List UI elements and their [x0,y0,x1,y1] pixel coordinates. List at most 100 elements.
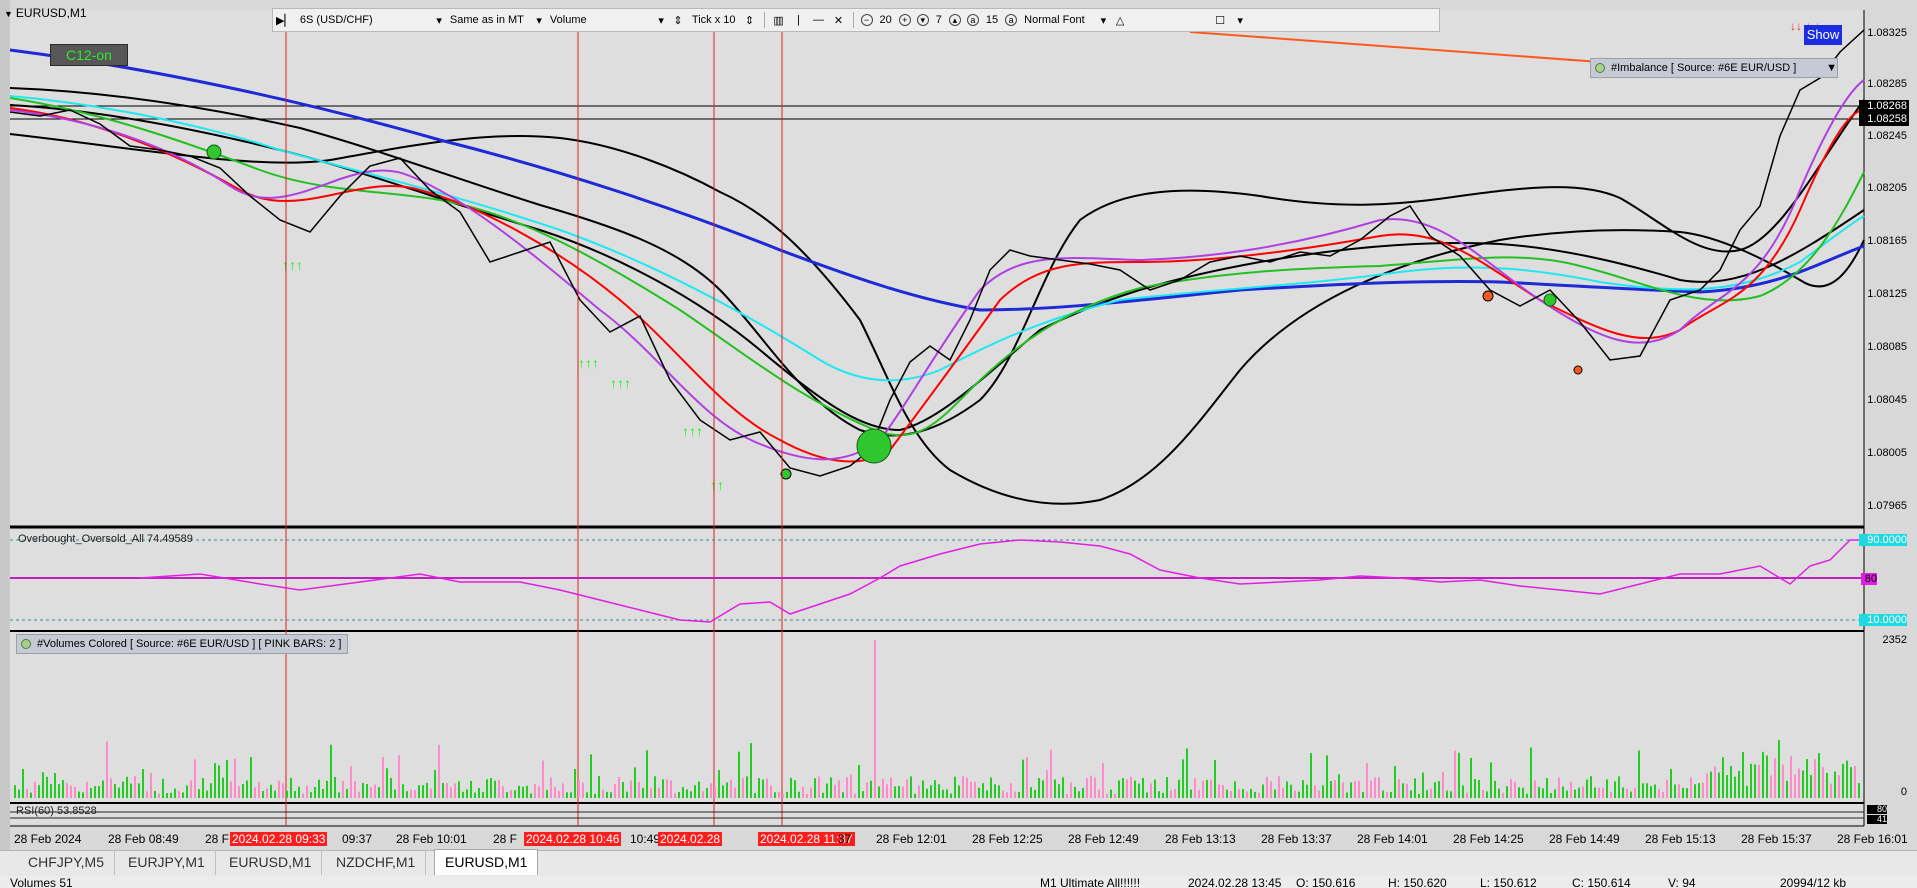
scale-icon[interactable]: ⇕ [671,12,685,28]
volume-bar [1710,771,1712,798]
chart-toolbar: ▶▏ 6S (USD/CHF) ▾ Same as in MT ▾ Volume ▾ … [272,8,1440,32]
volumes-indicator-label[interactable]: #Volumes Colored [ Source: #6E EUR/USD ]… [16,634,349,654]
volume-bar [386,768,388,798]
signal-dot[interactable] [1573,365,1583,375]
volume-bar [1142,777,1144,798]
volume-bar [1522,787,1524,798]
volume-bar [1354,781,1356,798]
volume-bar [1022,759,1024,798]
volume-bar [50,784,52,798]
volume-bar [130,783,132,798]
c12-badge[interactable]: C12-on [50,44,128,66]
volume-bar [714,786,716,798]
collapse-triangle-icon[interactable]: ▼ [4,9,13,19]
volume-bar [898,785,900,798]
volume-bar [1514,781,1516,798]
signal-dot[interactable] [1482,290,1494,302]
volume-bar [482,792,484,798]
volume-bar [1486,791,1488,798]
volume-bar [754,792,756,798]
status-preset: M1 Ultimate All!!!!!! [1040,876,1141,888]
price-chart[interactable]: ↑↑↑ ↑↑↑ ↑↑↑ ↑↑↑ ↑↑ ↓↓ ↓ ↓ [0,0,1917,850]
mode-select[interactable]: Volume ▾ [546,11,668,29]
volume-bar [590,754,592,798]
volume-bar [1382,790,1384,798]
window-icon[interactable]: ☐ [1213,12,1227,28]
dropdown-arrow-icon[interactable]: ▾ [1233,12,1247,28]
volume-bar [570,792,572,798]
tab-nzdchf-m1[interactable]: NZDCHF,M1 [326,850,427,875]
volume-bar [1202,780,1204,798]
volume-bar [390,778,392,798]
show-button[interactable]: Show [1804,25,1842,45]
volume-bar [1714,766,1716,798]
time-tick: 28 Feb 14:01 [1357,832,1428,846]
volume-bar [702,791,704,798]
volume-bar [242,784,244,798]
volume-bar [1530,747,1532,798]
session-select[interactable]: Same as in MT ▾ [446,11,546,29]
volume-bar [1842,763,1844,798]
volume-bar [814,778,816,798]
bar-chart-icon[interactable]: ▥ [772,12,786,28]
volume-bar [1794,774,1796,798]
time-marker-red[interactable]: 2024.02.28 [658,832,723,846]
volume-bar [302,793,304,798]
time-marker-red[interactable]: 2024.02.28 10:46 [524,832,622,846]
volume-bar [282,783,284,798]
volume-bar [278,780,280,798]
font-small-icon[interactable]: a [966,14,979,26]
volume-bar [1402,783,1404,798]
volume-bar [1138,783,1140,798]
volume-bar [670,780,672,798]
volume-bar [1658,788,1660,798]
tab-chfjpy-m5[interactable]: CHFJPY,M5 [18,850,115,875]
time-marker-red[interactable]: 2024.02.28 09:33 [230,832,328,846]
close-icon[interactable]: ✕ [832,12,846,28]
dropdown-arrow-icon[interactable]: ▼ [1826,59,1837,77]
plus-icon[interactable]: + [898,14,911,26]
volume-bar [430,788,432,798]
value-field-3[interactable]: 15 [986,14,998,26]
signal-dot-large[interactable] [856,428,892,464]
tick-label[interactable]: Tick x 10 [692,14,736,26]
tab-eurusd-m1-active[interactable]: EURUSD,M1 [434,849,539,875]
volume-bar [774,792,776,798]
volume-bar [174,788,176,798]
value-field-2[interactable]: 7 [936,14,942,26]
signal-dot[interactable] [206,144,222,160]
volume-bar [478,788,480,798]
tab-eurusd-m1[interactable]: EURUSD,M1 [219,850,323,875]
volume-bar [1470,757,1472,798]
time-tick: 28 Feb 12:25 [972,832,1043,846]
horizontal-line-icon[interactable]: — [812,12,826,28]
volume-bar [1846,760,1848,798]
imbalance-indicator-label[interactable]: #Imbalance [ Source: #6E EUR/USD ] ▼ [1590,58,1838,78]
volume-bar [1222,784,1224,798]
triangle-warning-icon[interactable]: △ [1113,12,1127,28]
volume-bar [238,786,240,798]
tab-eurjpy-m1[interactable]: EURJPY,M1 [118,850,216,875]
font-select[interactable]: Normal Font ▾ [1020,11,1110,29]
up-circle-icon[interactable]: ▴ [948,14,961,26]
adjust-icon[interactable]: ⇕ [743,12,757,28]
minus-icon[interactable]: − [860,14,873,26]
signal-dot[interactable] [1543,293,1557,307]
dropdown-arrow-icon: ▾ [436,14,442,27]
volume-bar [1058,784,1060,798]
down-circle-icon[interactable]: ▾ [916,14,929,26]
chart-window[interactable]: ↑↑↑ ↑↑↑ ↑↑↑ ↑↑↑ ↑↑ ↓↓ ↓ ↓ ▼EURUSD,M1 ▶▏ … [0,0,1917,850]
value-field-1[interactable]: 20 [880,14,892,26]
volume-bar [854,793,856,798]
vertical-line-icon[interactable]: | [792,12,806,28]
font-large-icon[interactable]: a [1005,14,1018,26]
volume-bar [178,791,180,798]
volume-bar [706,788,708,798]
volume-bar [1114,793,1116,798]
play-icon[interactable]: ▶▏ [276,12,293,28]
rsi-low-label: 41 [1867,815,1887,824]
volume-bar [998,785,1000,798]
volume-bar [1342,782,1344,798]
volume-bar [1578,787,1580,798]
symbol-select[interactable]: 6S (USD/CHF) ▾ [296,11,446,29]
